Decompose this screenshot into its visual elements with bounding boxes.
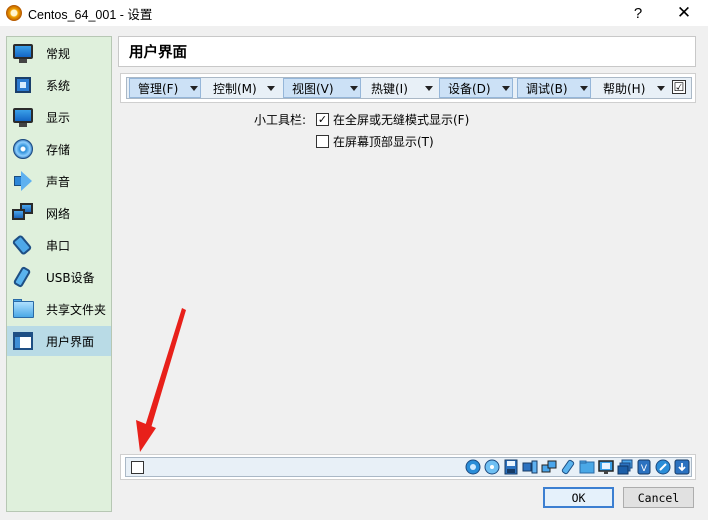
- menu-toggle-input[interactable]: 热键(I): [363, 79, 437, 98]
- mini-toolbar-label: 小工具栏:: [254, 113, 307, 127]
- sidebar-item-label: 网络: [46, 206, 71, 221]
- svg-text:V: V: [641, 464, 648, 474]
- display-icon[interactable]: [598, 459, 614, 475]
- ok-button[interactable]: OK: [543, 487, 614, 508]
- network-icon[interactable]: [541, 459, 557, 475]
- sidebar-item-network[interactable]: 网络: [7, 198, 111, 228]
- sidebar-item-storage[interactable]: 存储: [7, 134, 111, 164]
- sidebar-item-label: 存储: [46, 142, 71, 157]
- chip-icon: [12, 74, 34, 96]
- sidebar-item-usb[interactable]: USB设备: [7, 262, 111, 292]
- speaker-icon: [12, 170, 34, 192]
- option-label: 在屏幕顶部显示(T): [333, 134, 434, 149]
- shared-folder-icon[interactable]: [579, 459, 595, 475]
- audio-icon[interactable]: [522, 459, 538, 475]
- display-icon: [12, 106, 34, 128]
- sidebar-item-general[interactable]: 常规: [7, 38, 111, 68]
- title-bar: Centos_64_001 - 设置 ? ✕: [0, 0, 708, 26]
- hard-disk-icon[interactable]: [465, 459, 481, 475]
- sidebar-item-shared-folders[interactable]: 共享文件夹: [7, 294, 111, 324]
- menu-label: 热键(I): [371, 82, 408, 96]
- show-at-top-checkbox[interactable]: [316, 134, 329, 148]
- settings-sidebar: 常规 系统 显示 存储 声音 网络 串口 USB设备 共享文件夹 用户界面: [6, 36, 112, 512]
- show-at-top-option[interactable]: 在屏幕顶部显示(T): [316, 133, 434, 149]
- sidebar-item-display[interactable]: 显示: [7, 102, 111, 132]
- sidebar-item-user-interface[interactable]: 用户界面: [7, 326, 111, 356]
- window-title: Centos_64_001 - 设置: [28, 7, 153, 22]
- mouse-icon[interactable]: [655, 459, 671, 475]
- menu-toggle-help[interactable]: 帮助(H): [595, 79, 669, 98]
- network-icon: [12, 202, 34, 224]
- page-title: 用户界面: [129, 45, 187, 61]
- menu-toggle-machine[interactable]: 管理(F): [129, 78, 201, 98]
- virtualbox-app-icon: [6, 5, 22, 21]
- menu-toggle-devices[interactable]: 设备(D): [439, 78, 513, 98]
- menu-label: 调试(B): [526, 81, 568, 96]
- chevron-down-icon[interactable]: [657, 86, 665, 91]
- floppy-icon[interactable]: [503, 459, 519, 475]
- menubar-enabled-checkbox[interactable]: ☑: [672, 80, 686, 94]
- menu-label: 视图(V): [292, 81, 334, 96]
- option-label: 在全屏或无缝模式显示(F): [333, 112, 470, 127]
- serial-port-icon: [11, 234, 34, 256]
- sidebar-item-label: 用户界面: [46, 334, 95, 349]
- page-header: 用户界面: [118, 36, 696, 67]
- optical-disk-icon[interactable]: [484, 459, 500, 475]
- keyboard-icon[interactable]: [674, 459, 690, 475]
- fullscreen-mini-toolbar-option[interactable]: ✓ 在全屏或无缝模式显示(F): [316, 111, 469, 127]
- fullscreen-mini-toolbar-checkbox[interactable]: ✓: [316, 112, 329, 126]
- sidebar-item-label: 常规: [46, 46, 71, 61]
- disk-icon: [12, 138, 34, 160]
- recording-icon[interactable]: [617, 459, 633, 475]
- menu-toggle-view[interactable]: 视图(V): [283, 78, 361, 98]
- chevron-down-icon[interactable]: [190, 86, 198, 91]
- monitor-icon: [12, 42, 34, 64]
- chevron-down-icon[interactable]: [267, 86, 275, 91]
- usb-icon: [12, 265, 34, 289]
- chevron-down-icon[interactable]: [580, 86, 588, 91]
- menu-toggle-debug[interactable]: 调试(B): [517, 78, 591, 98]
- window-icon: [12, 330, 34, 352]
- menubar-editor: 管理(F) 控制(M) 视图(V) 热键(I) 设备(D) 调试(B) 帮助(H…: [126, 77, 692, 99]
- sidebar-item-label: 声音: [46, 174, 71, 189]
- cancel-button[interactable]: Cancel: [623, 487, 694, 508]
- menu-label: 管理(F): [138, 81, 179, 96]
- statusbar-enabled-checkbox[interactable]: [131, 461, 144, 474]
- sidebar-item-label: 系统: [46, 78, 71, 93]
- folder-icon: [12, 298, 34, 320]
- menu-label: 控制(M): [213, 82, 257, 96]
- close-button[interactable]: ✕: [662, 0, 706, 26]
- menu-label: 帮助(H): [603, 82, 646, 96]
- sidebar-item-audio[interactable]: 声音: [7, 166, 111, 196]
- sidebar-item-label: 串口: [46, 238, 71, 253]
- sidebar-item-label: USB设备: [46, 270, 95, 285]
- menu-toggle-control[interactable]: 控制(M): [205, 79, 279, 98]
- sidebar-item-label: 显示: [46, 110, 71, 125]
- arrow-shaft: [142, 308, 186, 438]
- usb-icon[interactable]: [560, 459, 576, 475]
- sidebar-item-label: 共享文件夹: [46, 302, 107, 317]
- video-capture-icon[interactable]: V: [636, 459, 652, 475]
- chevron-down-icon[interactable]: [425, 86, 433, 91]
- sidebar-item-serial-ports[interactable]: 串口: [7, 230, 111, 260]
- menu-label: 设备(D): [448, 81, 491, 96]
- red-arrow-annotation: [136, 308, 186, 452]
- arrow-head: [136, 420, 156, 452]
- sidebar-item-system[interactable]: 系统: [7, 70, 111, 100]
- chevron-down-icon[interactable]: [502, 86, 510, 91]
- help-button[interactable]: ?: [616, 0, 660, 26]
- chevron-down-icon[interactable]: [350, 86, 358, 91]
